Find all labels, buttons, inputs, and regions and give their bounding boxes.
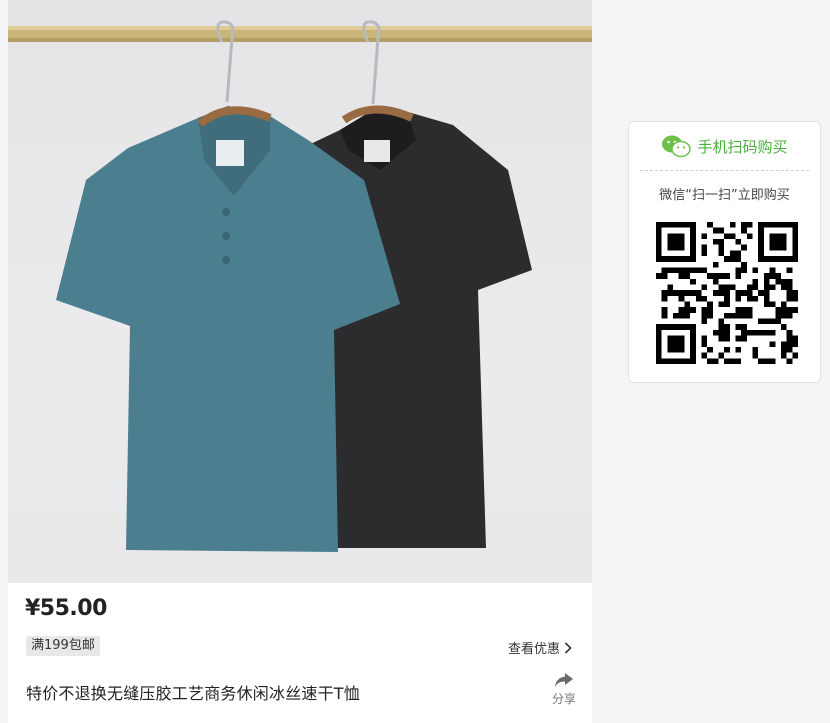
view-coupons-label: 查看优惠	[507, 642, 560, 657]
view-coupons-link[interactable]: 查看优惠	[508, 638, 572, 657]
product-photo	[8, 20, 592, 552]
product-image[interactable]	[8, 0, 592, 583]
free-shipping-badge: 满199包邮	[26, 636, 100, 656]
share-button[interactable]: 分享	[549, 672, 579, 707]
share-arrow-icon	[555, 673, 573, 687]
share-label: 分享	[551, 692, 576, 706]
product-card: ¥55.00 满199包邮 查看优惠 特价不退换无缝压胶工艺商务休闲冰丝速干T恤…	[8, 0, 592, 723]
chevron-right-icon	[564, 641, 572, 654]
divider	[640, 170, 809, 171]
qr-purchase-panel: 手机扫码购买 微信“扫一扫”立即购买	[628, 121, 821, 383]
qr-instruction: 微信“扫一扫”立即购买	[659, 188, 790, 203]
qr-code	[656, 222, 798, 364]
product-price: ¥55.00	[25, 596, 107, 621]
wechat-icon	[662, 135, 692, 158]
product-title: 特价不退换无缝压胶工艺商务休闲冰丝速干T恤	[26, 684, 360, 703]
qr-header-label: 手机扫码购买	[697, 137, 788, 156]
qr-header: 手机扫码购买	[629, 134, 820, 158]
